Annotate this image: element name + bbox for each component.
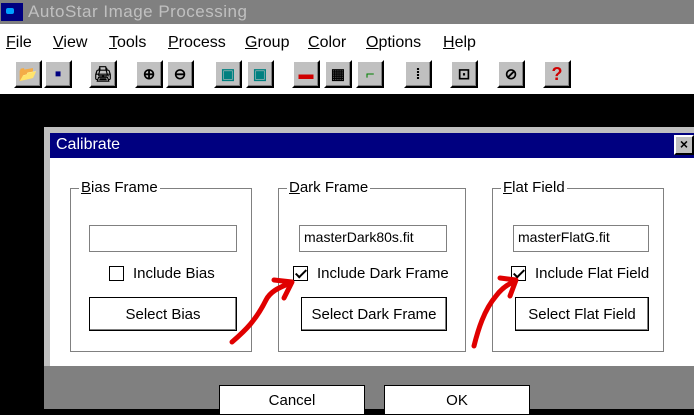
flat-file-field[interactable]: masterFlatG.fit — [513, 225, 649, 252]
menu-options[interactable]: Options — [366, 34, 421, 52]
dot-matrix-button[interactable]: ⁞ — [404, 60, 432, 88]
include-bias-row[interactable]: Include Bias — [109, 265, 215, 282]
print-icon: 🖨 — [93, 65, 113, 83]
help-icon: ? — [551, 64, 563, 84]
dark-file-field[interactable]: masterDark80s.fit — [299, 225, 447, 252]
dialog-body: Bias Frame Include Bias Select Bias Dark… — [50, 158, 694, 366]
grid-icon: ▦ — [330, 65, 346, 83]
zoom-in-icon: ⊕ — [142, 65, 156, 83]
copy-image-icon: ▣ — [220, 65, 236, 83]
dark-frame-group: Dark Frame masterDark80s.fit Include Dar… — [278, 179, 466, 352]
select-flat-field-button[interactable]: Select Flat Field — [515, 297, 649, 331]
menu-process[interactable]: Process — [168, 34, 226, 52]
include-dark-label: Include Dark Frame — [317, 265, 449, 282]
zoom-out-button[interactable]: ⊖ — [166, 60, 194, 88]
app-title-bar: AutoStar Image Processing — [0, 0, 694, 24]
flat-field-legend: Flat Field — [501, 179, 567, 196]
bias-frame-group: Bias Frame Include Bias Select Bias — [70, 179, 252, 352]
ok-button[interactable]: OK — [384, 385, 530, 415]
app-logo-icon — [1, 3, 23, 21]
dialog-title-bar: Calibrate × — [50, 133, 694, 158]
calibrate-dialog: Calibrate × Bias Frame Include Bias Sele… — [44, 127, 694, 409]
select-dark-frame-button[interactable]: Select Dark Frame — [301, 297, 447, 331]
copy-image-button[interactable]: ▣ — [214, 60, 242, 88]
annotation-arrow-flat — [471, 275, 519, 349]
zoom-in-button[interactable]: ⊕ — [135, 60, 163, 88]
include-flat-label: Include Flat Field — [535, 265, 650, 282]
bias-file-field[interactable] — [89, 225, 237, 252]
zoom-out-icon: ⊖ — [173, 65, 187, 83]
paste-image-button[interactable]: ▣ — [246, 60, 274, 88]
save-button[interactable]: ▪ — [44, 60, 72, 88]
annotation-arrow-dark — [229, 277, 295, 345]
color-bar-icon: ▬ — [298, 65, 314, 83]
app-title: AutoStar Image Processing — [28, 2, 248, 21]
curve-icon: ⌐ — [365, 65, 375, 83]
telescope-icon: ⊘ — [504, 65, 518, 83]
menu-toolbar-area: File View Tools Process Group Color Opti… — [0, 24, 694, 94]
include-dark-row[interactable]: Include Dark Frame — [293, 265, 449, 282]
open-file-button[interactable]: 📂 — [14, 60, 42, 88]
bias-frame-legend: Bias Frame — [79, 179, 160, 196]
menu-view[interactable]: View — [53, 34, 87, 52]
menu-color[interactable]: Color — [308, 34, 346, 52]
curve-button[interactable]: ⌐ — [356, 60, 384, 88]
crop-button[interactable]: ⊡ — [450, 60, 478, 88]
paste-image-icon: ▣ — [252, 65, 268, 83]
dark-frame-legend: Dark Frame — [287, 179, 371, 196]
help-button[interactable]: ? — [543, 60, 571, 88]
dialog-button-bar — [44, 366, 694, 409]
dot-matrix-icon: ⁞ — [415, 65, 421, 83]
include-bias-checkbox[interactable] — [109, 266, 124, 281]
include-bias-label: Include Bias — [133, 265, 215, 282]
menu-group[interactable]: Group — [245, 34, 289, 52]
grid-button[interactable]: ▦ — [324, 60, 352, 88]
menu-help[interactable]: Help — [443, 34, 476, 52]
cancel-button[interactable]: Cancel — [219, 385, 365, 415]
dialog-title: Calibrate — [56, 136, 121, 153]
telescope-button[interactable]: ⊘ — [497, 60, 525, 88]
close-icon[interactable]: × — [674, 135, 694, 155]
menu-file[interactable]: File — [6, 34, 32, 52]
color-bar-button[interactable]: ▬ — [292, 60, 320, 88]
include-flat-row[interactable]: Include Flat Field — [511, 265, 649, 282]
save-disk-icon: ▪ — [54, 63, 62, 85]
menu-tools[interactable]: Tools — [109, 34, 146, 52]
open-folder-icon: 📂 — [18, 65, 38, 83]
print-button[interactable]: 🖨 — [89, 60, 117, 88]
crop-icon: ⊡ — [457, 65, 471, 83]
select-bias-button[interactable]: Select Bias — [89, 297, 237, 331]
